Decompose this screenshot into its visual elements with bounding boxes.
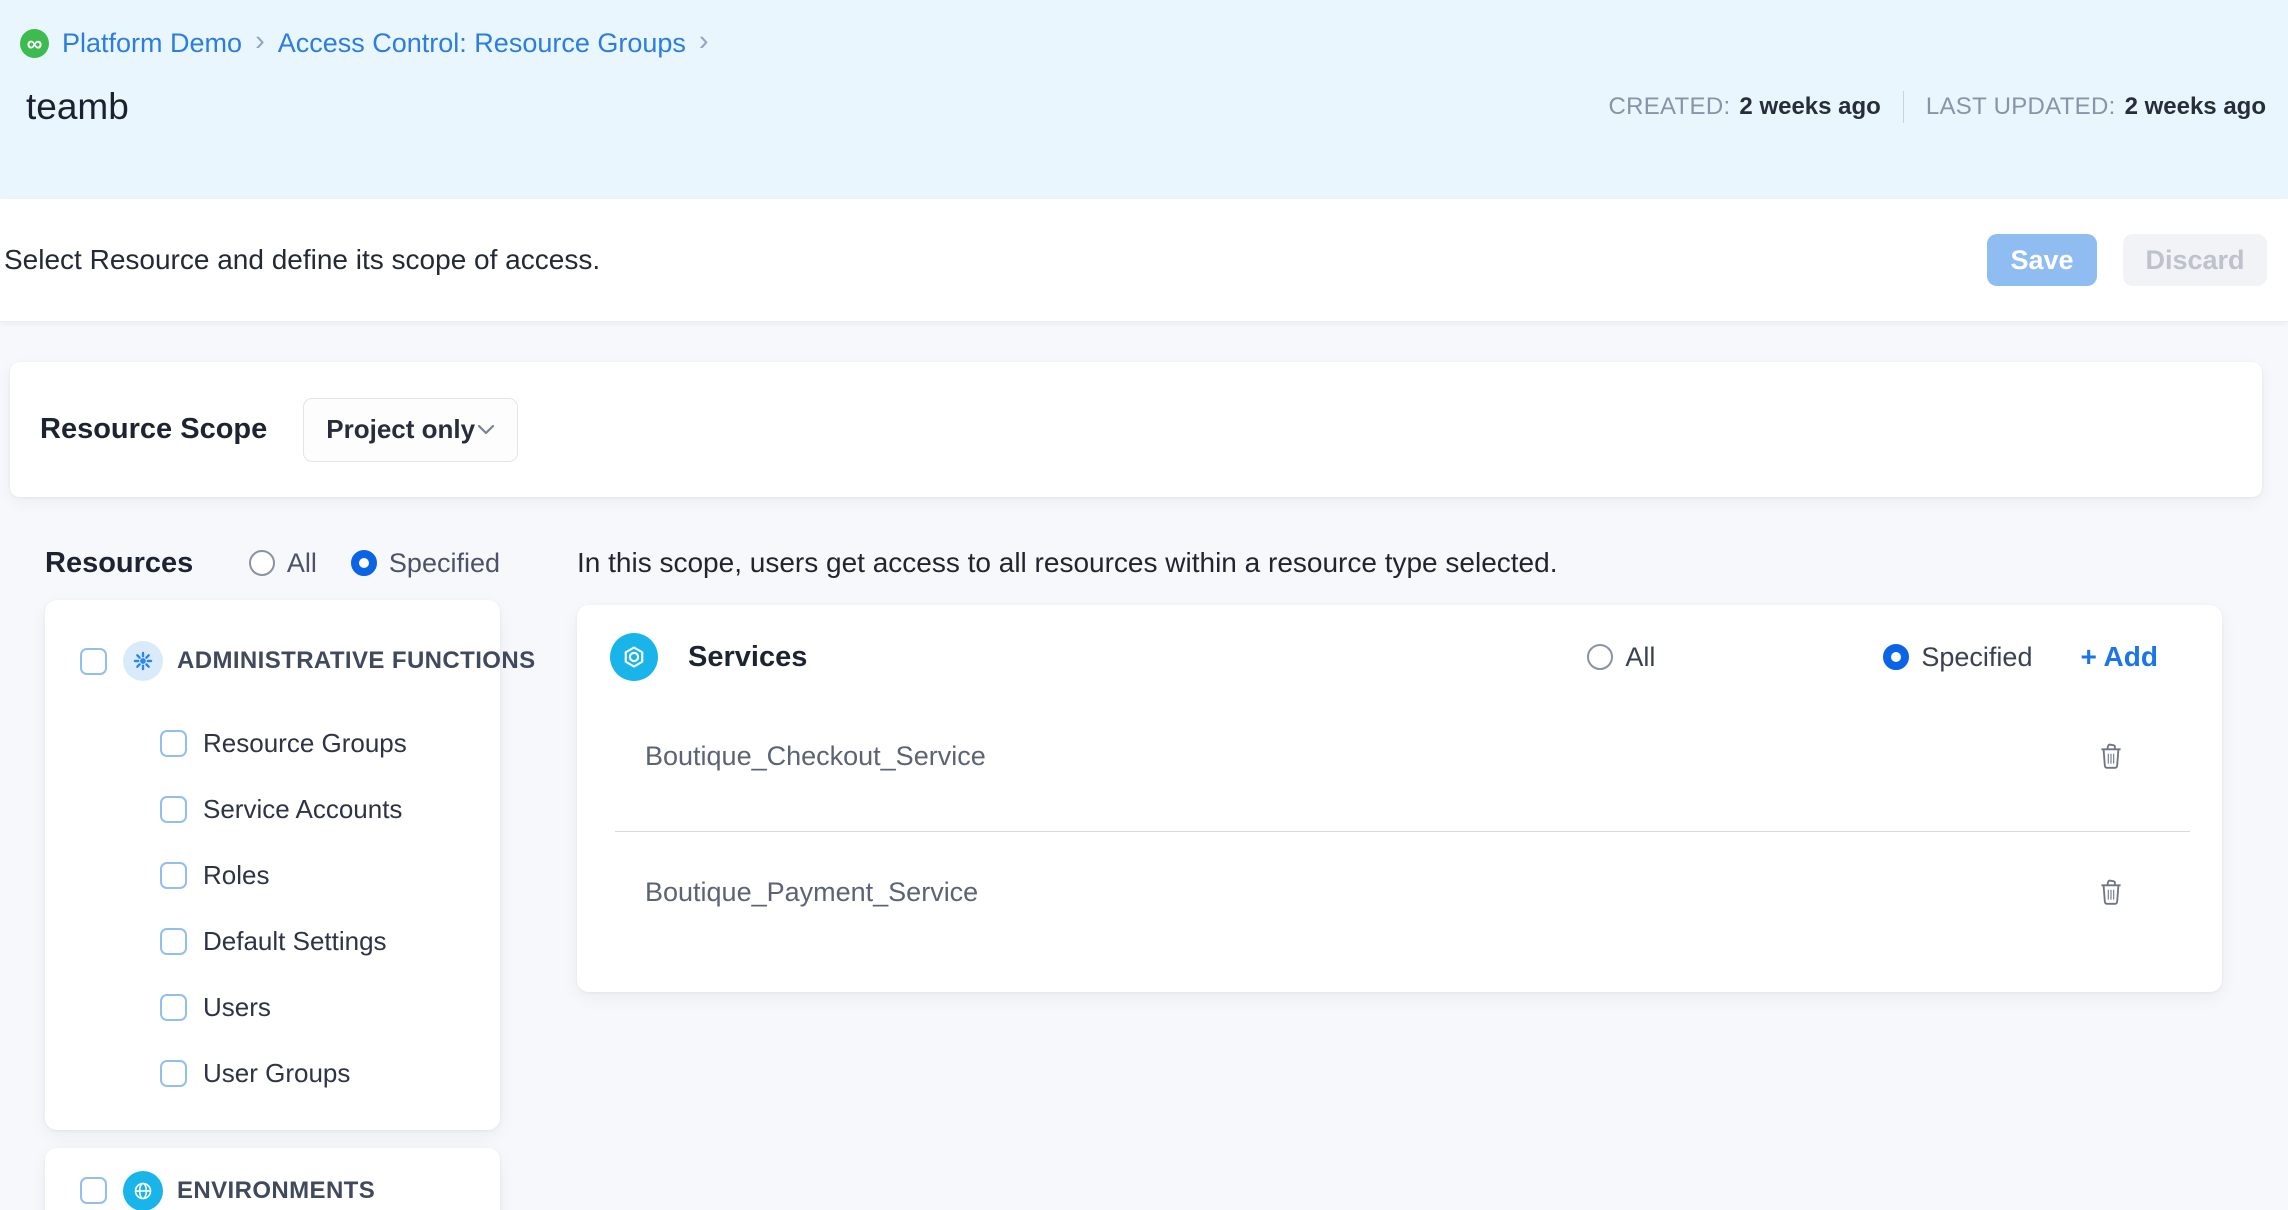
resources-radio-specified-label: Specified <box>389 548 500 579</box>
delete-service-button[interactable] <box>2096 740 2126 772</box>
resources-radio-specified[interactable]: Specified <box>351 548 500 579</box>
resource-item-label: Default Settings <box>203 926 387 957</box>
radio-selected-icon <box>351 550 377 576</box>
group-label: ADMINISTRATIVE FUNCTIONS <box>177 647 535 675</box>
resources-title: Resources <box>45 547 193 580</box>
updated-label: LAST UPDATED: <box>1926 93 2116 121</box>
resource-item-roles: Roles <box>45 842 500 908</box>
resource-item-label: Service Accounts <box>203 794 402 825</box>
service-accounts-checkbox[interactable] <box>160 796 187 823</box>
delete-service-button[interactable] <box>2096 876 2126 908</box>
resource-scope-label: Resource Scope <box>40 413 267 446</box>
group-label: ENVIRONMENTS <box>177 1177 375 1205</box>
administrative-functions-card: ADMINISTRATIVE FUNCTIONS Resource Groups… <box>45 600 500 1130</box>
services-radio-specified-label: Specified <box>1921 642 2032 673</box>
environments-card: ENVIRONMENTS <box>45 1148 500 1210</box>
record-meta: CREATED: 2 weeks ago LAST UPDATED: 2 wee… <box>1608 91 2266 123</box>
page-header: ∞ Platform Demo › Access Control: Resour… <box>0 0 2288 199</box>
users-checkbox[interactable] <box>160 994 187 1021</box>
resource-item-label: Users <box>203 992 271 1023</box>
action-buttons: Save Discard <box>1987 234 2267 286</box>
resources-sidebar: Resources All Specified <box>0 541 538 1210</box>
administrative-functions-checkbox[interactable] <box>80 648 107 675</box>
service-row: Boutique_Checkout_Service <box>577 681 2222 831</box>
services-radio-all-label: All <box>1625 642 1655 673</box>
title-row: teamb CREATED: 2 weeks ago LAST UPDATED:… <box>20 86 2266 128</box>
resources-radio-all[interactable]: All <box>249 548 317 579</box>
roles-checkbox[interactable] <box>160 862 187 889</box>
environments-checkbox[interactable] <box>80 1177 107 1204</box>
action-bar: Select Resource and define its scope of … <box>0 199 2288 322</box>
service-row: Boutique_Payment_Service <box>577 832 2222 952</box>
gear-icon <box>123 641 163 681</box>
instruction-text: Select Resource and define its scope of … <box>4 244 600 276</box>
resource-item-label: Resource Groups <box>203 728 407 759</box>
service-name: Boutique_Checkout_Service <box>645 741 986 772</box>
save-button[interactable]: Save <box>1987 234 2097 286</box>
breadcrumb-item-platform-demo[interactable]: Platform Demo <box>62 28 242 59</box>
radio-unselected-icon <box>249 550 275 576</box>
updated-meta: LAST UPDATED: 2 weeks ago <box>1926 93 2266 121</box>
resource-groups-checkbox[interactable] <box>160 730 187 757</box>
group-row-environments: ENVIRONMENTS <box>45 1148 500 1210</box>
resource-item-user-groups: User Groups <box>45 1040 500 1106</box>
resource-item-default-settings: Default Settings <box>45 908 500 974</box>
radio-selected-icon <box>1883 644 1909 670</box>
service-hexagon-icon <box>610 633 658 681</box>
services-card: Services All Specified + Add Boutique_Ch… <box>577 605 2222 992</box>
discard-button[interactable]: Discard <box>2123 234 2267 286</box>
services-title: Services <box>688 641 807 674</box>
chevron-right-icon: › <box>255 27 265 56</box>
page-title: teamb <box>26 86 129 128</box>
scope-note: In this scope, users get access to all r… <box>577 547 2222 579</box>
project-icon: ∞ <box>20 29 49 58</box>
updated-value: 2 weeks ago <box>2125 93 2266 121</box>
chevron-down-icon <box>477 424 495 435</box>
resource-scope-selected-value: Project only <box>326 414 475 445</box>
scope-detail-column: In this scope, users get access to all r… <box>538 541 2288 1210</box>
user-groups-checkbox[interactable] <box>160 1060 187 1087</box>
services-radio-specified[interactable]: Specified <box>1883 642 2032 673</box>
radio-unselected-icon <box>1587 644 1613 670</box>
created-meta: CREATED: 2 weeks ago <box>1608 93 1880 121</box>
content-columns: Resources All Specified <box>0 541 2288 1210</box>
globe-icon <box>123 1171 163 1210</box>
chevron-right-icon: › <box>699 27 709 56</box>
resource-item-users: Users <box>45 974 500 1040</box>
created-label: CREATED: <box>1608 93 1730 121</box>
add-service-button[interactable]: + Add <box>2080 641 2158 673</box>
resource-scope-card: Resource Scope Project only <box>10 362 2262 497</box>
main-content: Resource Scope Project only Resources Al… <box>0 322 2288 1210</box>
trash-icon <box>2096 876 2126 908</box>
breadcrumb-item-resource-groups[interactable]: Access Control: Resource Groups <box>278 28 686 59</box>
services-radio-all[interactable]: All <box>1587 642 1655 673</box>
resources-header: Resources All Specified <box>45 541 500 585</box>
resource-item-resource-groups: Resource Groups <box>45 710 500 776</box>
resource-item-label: Roles <box>203 860 269 891</box>
resource-scope-dropdown[interactable]: Project only <box>303 398 518 462</box>
default-settings-checkbox[interactable] <box>160 928 187 955</box>
resources-radio-all-label: All <box>287 548 317 579</box>
service-name: Boutique_Payment_Service <box>645 877 978 908</box>
resource-item-service-accounts: Service Accounts <box>45 776 500 842</box>
created-value: 2 weeks ago <box>1739 93 1880 121</box>
resource-item-label: User Groups <box>203 1058 350 1089</box>
trash-icon <box>2096 740 2126 772</box>
meta-divider <box>1903 91 1904 123</box>
group-row-administrative-functions: ADMINISTRATIVE FUNCTIONS <box>45 612 500 710</box>
breadcrumb: ∞ Platform Demo › Access Control: Resour… <box>20 28 2266 59</box>
services-card-header: Services All Specified + Add <box>577 605 2222 681</box>
resources-radio-group: All Specified <box>249 548 500 579</box>
